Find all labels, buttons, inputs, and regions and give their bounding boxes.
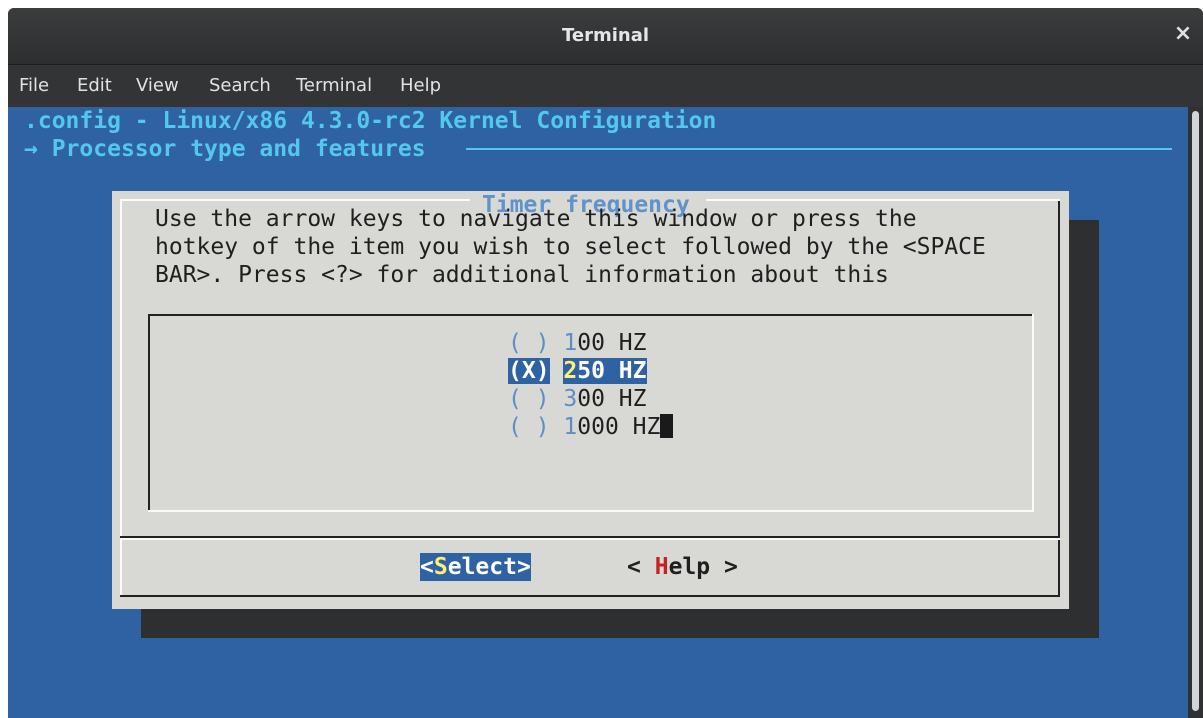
radio-mark: ( ): [508, 414, 550, 440]
option-100hz[interactable]: ( ) 100 HZ: [508, 329, 647, 357]
terminal-screen[interactable]: .config - Linux/x86 4.3.0-rc2 Kernel Con…: [8, 107, 1188, 718]
menu-edit[interactable]: Edit: [77, 75, 112, 96]
dialog-border: [120, 199, 470, 201]
help-text-line: Use the arrow keys to navigate this wind…: [155, 206, 917, 232]
scrollbar-thumb[interactable]: [1192, 111, 1199, 711]
option-hotkey: 1: [563, 330, 578, 356]
menu-help[interactable]: Help: [400, 75, 441, 96]
section-title: Processor type and features: [51, 136, 426, 162]
option-1000hz[interactable]: ( ) 1000 HZ: [508, 413, 674, 441]
list-border: [148, 314, 150, 512]
menu-file[interactable]: File: [19, 75, 49, 96]
section-header: → Processor type and features: [24, 135, 426, 163]
option-label: 00 HZ: [577, 386, 647, 412]
option-label: 00 HZ: [577, 330, 647, 356]
dialog-border: [120, 595, 1060, 597]
title-bar[interactable]: Terminal ×: [8, 8, 1203, 65]
radio-mark: ( ): [508, 386, 550, 412]
help-text-line: hotkey of the item you wish to select fo…: [155, 234, 986, 260]
option-hotkey: 3: [563, 386, 578, 412]
button-bracket: <: [627, 554, 655, 580]
option-label: 000 HZ: [577, 414, 661, 440]
select-button[interactable]: <Select>: [420, 553, 531, 581]
timer-frequency-dialog: Timer frequency Use the arrow keys to na…: [112, 191, 1069, 609]
text-cursor: [660, 414, 674, 438]
section-rule: [466, 148, 1172, 150]
button-bracket: <: [420, 554, 434, 580]
list-border: [148, 314, 1034, 316]
button-hotkey: S: [433, 554, 448, 580]
menu-bar: File Edit View Search Terminal Help: [8, 65, 1203, 107]
option-hotkey: 2: [563, 358, 578, 384]
option-label: 50 HZ: [577, 358, 647, 384]
button-label: elect>: [447, 554, 531, 580]
option-250hz[interactable]: (X) 250 HZ: [508, 357, 647, 385]
help-text-line: BAR>. Press <?> for additional informati…: [155, 262, 889, 288]
option-300hz[interactable]: ( ) 300 HZ: [508, 385, 647, 413]
radio-mark: ( ): [508, 330, 550, 356]
radio-mark: (X): [508, 358, 550, 384]
terminal-window: Terminal × File Edit View Search Termina…: [8, 8, 1203, 718]
config-header: .config - Linux/x86 4.3.0-rc2 Kernel Con…: [24, 108, 717, 134]
menu-view[interactable]: View: [136, 75, 179, 96]
arrow-icon: →: [24, 136, 38, 162]
window-title: Terminal: [561, 25, 650, 46]
list-border: [1032, 314, 1034, 512]
scrollbar[interactable]: [1188, 107, 1203, 718]
button-separator: [120, 538, 1060, 540]
menu-search[interactable]: Search: [209, 75, 271, 96]
button-hotkey: H: [654, 554, 669, 580]
dialog-border: [706, 199, 1060, 201]
option-list: ( ) 100 HZ (X) 250 HZ ( ) 300 HZ ( ) 100…: [148, 314, 1034, 512]
list-border: [148, 510, 1034, 512]
menu-terminal[interactable]: Terminal: [296, 75, 372, 96]
option-hotkey: 1: [563, 414, 578, 440]
close-icon[interactable]: ×: [1169, 22, 1197, 46]
help-button[interactable]: < Help >: [627, 553, 738, 581]
button-label: elp >: [668, 554, 738, 580]
